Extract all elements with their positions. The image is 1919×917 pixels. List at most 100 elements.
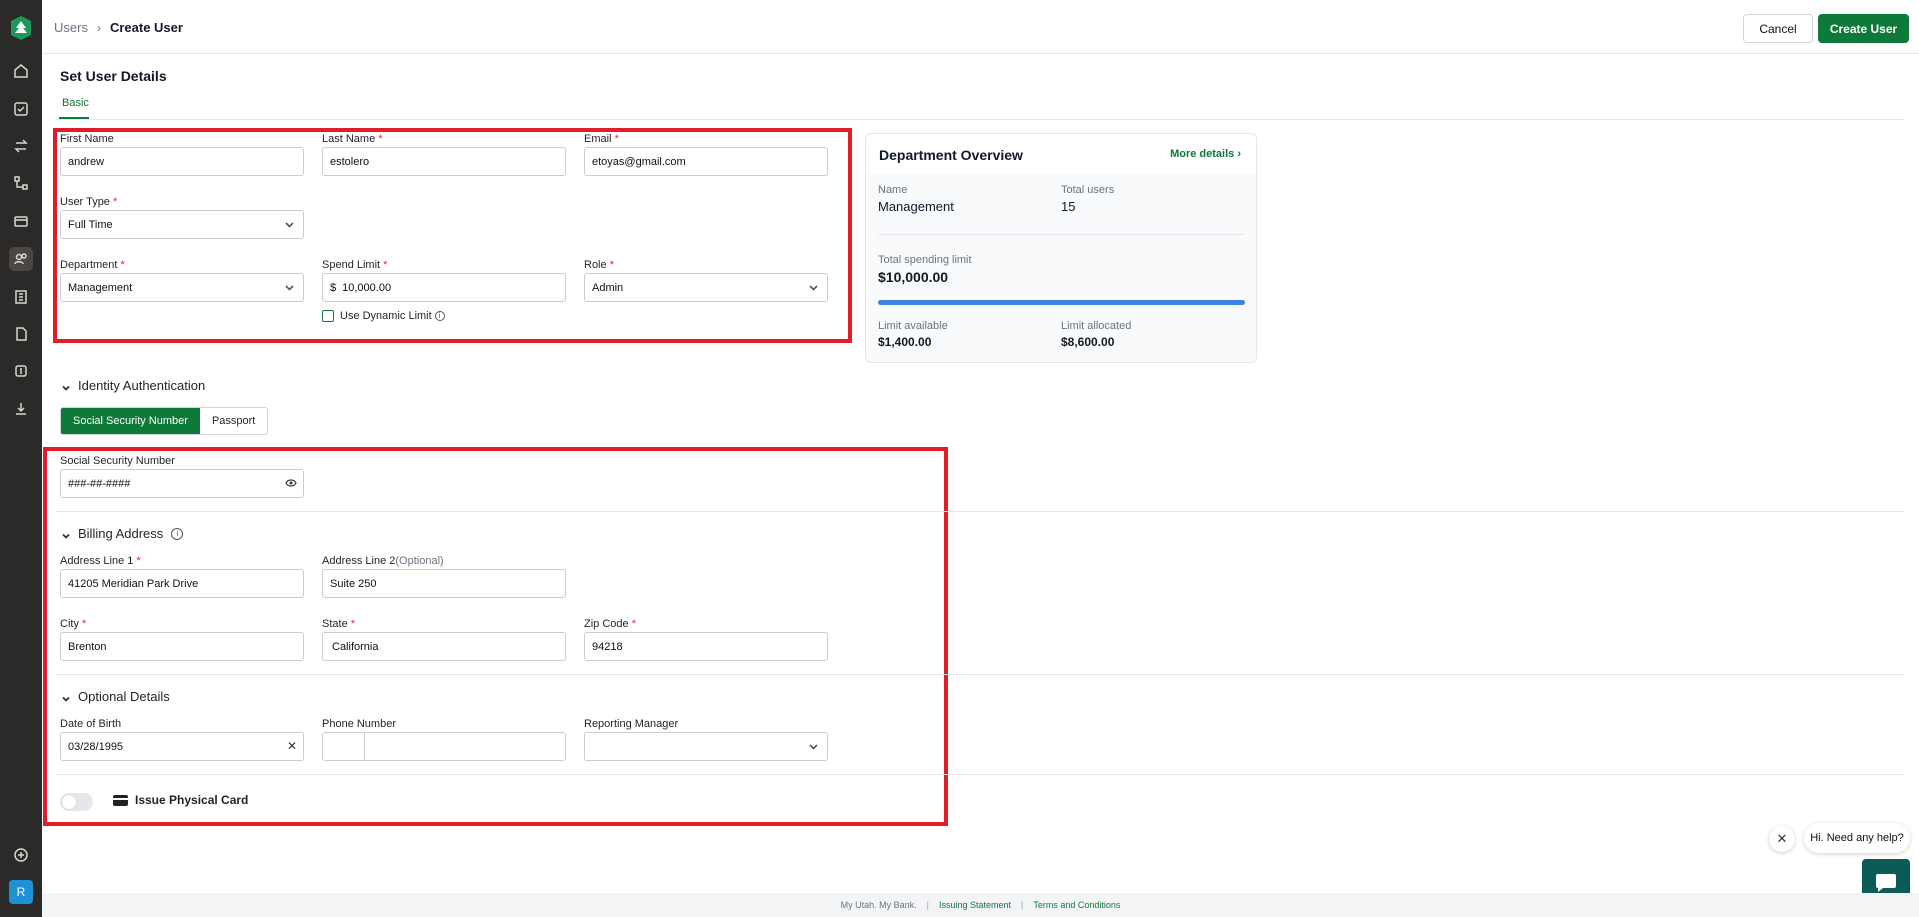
help-close-button[interactable]: ✕ <box>1769 826 1795 852</box>
limit-allocated-value: $8,600.00 <box>1061 335 1115 349</box>
limit-progress-fill <box>878 300 1245 305</box>
phone-input[interactable] <box>322 732 566 761</box>
limit-available-value: $1,400.00 <box>878 335 932 349</box>
tab-basic[interactable]: Basic <box>62 97 89 109</box>
user-type-select[interactable]: Full Time <box>60 210 304 239</box>
avatar[interactable]: R <box>9 880 33 904</box>
card-title: Department Overview <box>879 147 1023 163</box>
home-icon[interactable] <box>9 59 33 83</box>
card-icon[interactable] <box>9 209 33 233</box>
role-select[interactable]: Admin <box>584 273 828 302</box>
first-name-input[interactable]: andrew <box>60 147 304 176</box>
optional-section-title: Optional Details <box>78 689 170 704</box>
breadcrumb: Users › Create User <box>54 20 183 35</box>
identity-section-toggle[interactable]: Identity Authentication <box>61 378 205 393</box>
identity-section-title: Identity Authentication <box>78 378 206 393</box>
section-divider <box>56 774 1905 775</box>
spend-limit-input[interactable]: $ 10,000.00 <box>322 273 566 302</box>
city-input[interactable]: Brenton <box>60 632 304 661</box>
dob-input[interactable]: 03/28/1995 ✕ <box>60 732 304 761</box>
footer-text: My Utah. My Bank. <box>840 900 917 910</box>
state-input[interactable]: California <box>322 632 566 661</box>
chevron-down-icon <box>61 381 71 391</box>
physical-card-toggle[interactable] <box>60 793 93 811</box>
billing-section-title: Billing Address <box>78 526 164 541</box>
ssn-input[interactable]: ###-##-#### <box>60 469 304 498</box>
sidebar: R <box>0 0 42 917</box>
total-users-label: Total users <box>1061 184 1115 196</box>
credit-card-icon <box>113 795 128 806</box>
issuing-statement-link[interactable]: Issuing Statement <box>939 900 1011 910</box>
address-line1-label: Address Line 1 * <box>60 555 141 567</box>
chevron-down-icon <box>284 219 295 230</box>
address-line2-input[interactable]: Suite 250 <box>322 569 566 598</box>
optional-section-toggle[interactable]: Optional Details <box>61 689 170 704</box>
breadcrumb-users[interactable]: Users <box>54 20 88 35</box>
tasks-icon[interactable] <box>9 97 33 121</box>
breadcrumb-current: Create User <box>109 20 183 35</box>
email-input[interactable]: etoyas@gmail.com <box>584 147 828 176</box>
more-details-link[interactable]: More details › <box>1170 148 1241 160</box>
help-circle-icon[interactable] <box>9 843 33 867</box>
department-select[interactable]: Management <box>60 273 304 302</box>
last-name-label: Last Name * <box>322 133 383 145</box>
address-line1-input[interactable]: 41205 Meridian Park Drive <box>60 569 304 598</box>
footer-separator: | <box>1021 900 1024 910</box>
zip-code-input[interactable]: 94218 <box>584 632 828 661</box>
tab-passport[interactable]: Passport <box>199 408 268 434</box>
billing-section-toggle[interactable]: Billing Address i <box>61 526 184 541</box>
terms-link[interactable]: Terms and Conditions <box>1033 900 1120 910</box>
create-user-button[interactable]: Create User <box>1818 14 1909 43</box>
top-bar: Users › Create User Cancel Create User <box>42 1 1919 54</box>
clear-icon[interactable]: ✕ <box>287 739 297 753</box>
dynamic-limit-checkbox[interactable] <box>322 310 334 322</box>
document-icon[interactable] <box>9 322 33 346</box>
footer: My Utah. My Bank. | Issuing Statement | … <box>42 893 1919 917</box>
transfer-icon[interactable] <box>9 134 33 158</box>
chevron-down-icon <box>61 692 71 702</box>
name-label: Name <box>878 184 908 196</box>
phone-label: Phone Number <box>322 718 396 730</box>
help-bubble[interactable]: Hi. Need any help? <box>1804 823 1910 853</box>
info-icon[interactable]: i <box>434 311 445 322</box>
building-icon[interactable] <box>9 285 33 309</box>
spend-limit-label: Spend Limit * <box>322 259 388 271</box>
total-spending-label: Total spending limit <box>878 254 972 266</box>
reporting-manager-label: Reporting Manager <box>584 718 679 730</box>
eye-icon[interactable] <box>285 478 297 491</box>
download-icon[interactable] <box>9 397 33 421</box>
tab-ssn[interactable]: Social Security Number <box>61 408 200 434</box>
email-label: Email * <box>584 133 619 145</box>
card-header: Department Overview More details › <box>866 134 1256 174</box>
total-users-value: 15 <box>1061 199 1076 214</box>
page-title: Set User Details <box>60 68 167 84</box>
total-spending-value: $10,000.00 <box>878 269 949 285</box>
limit-allocated-label: Limit allocated <box>1061 320 1132 332</box>
section-divider <box>56 511 1905 512</box>
footer-separator: | <box>926 900 929 910</box>
ssn-value: ###-##-#### <box>68 477 131 490</box>
role-label: Role * <box>584 259 614 271</box>
card-divider <box>878 234 1244 235</box>
last-name-input[interactable]: estolero <box>322 147 566 176</box>
limit-available-label: Limit available <box>878 320 948 332</box>
cancel-button[interactable]: Cancel <box>1743 14 1813 43</box>
brand-logo-icon[interactable] <box>9 15 33 41</box>
reporting-manager-select[interactable] <box>584 732 828 761</box>
users-icon[interactable] <box>9 247 33 271</box>
user-type-value: Full Time <box>68 218 113 231</box>
identity-segment-control: Social Security Number Passport <box>60 407 269 435</box>
ssn-label: Social Security Number <box>60 455 175 467</box>
spend-limit-value: 10,000.00 <box>342 281 392 294</box>
role-value: Admin <box>592 281 624 294</box>
user-type-label: User Type * <box>60 196 118 208</box>
info-icon[interactable]: i <box>171 527 184 540</box>
workflow-icon[interactable] <box>9 171 33 195</box>
section-divider <box>56 674 1905 675</box>
phone-country-code[interactable] <box>323 733 365 760</box>
billing-icon[interactable] <box>9 359 33 383</box>
breadcrumb-separator: › <box>96 20 101 35</box>
chevron-down-icon <box>808 741 819 752</box>
first-name-label: First Name <box>60 133 114 145</box>
toggle-knob <box>62 795 76 809</box>
